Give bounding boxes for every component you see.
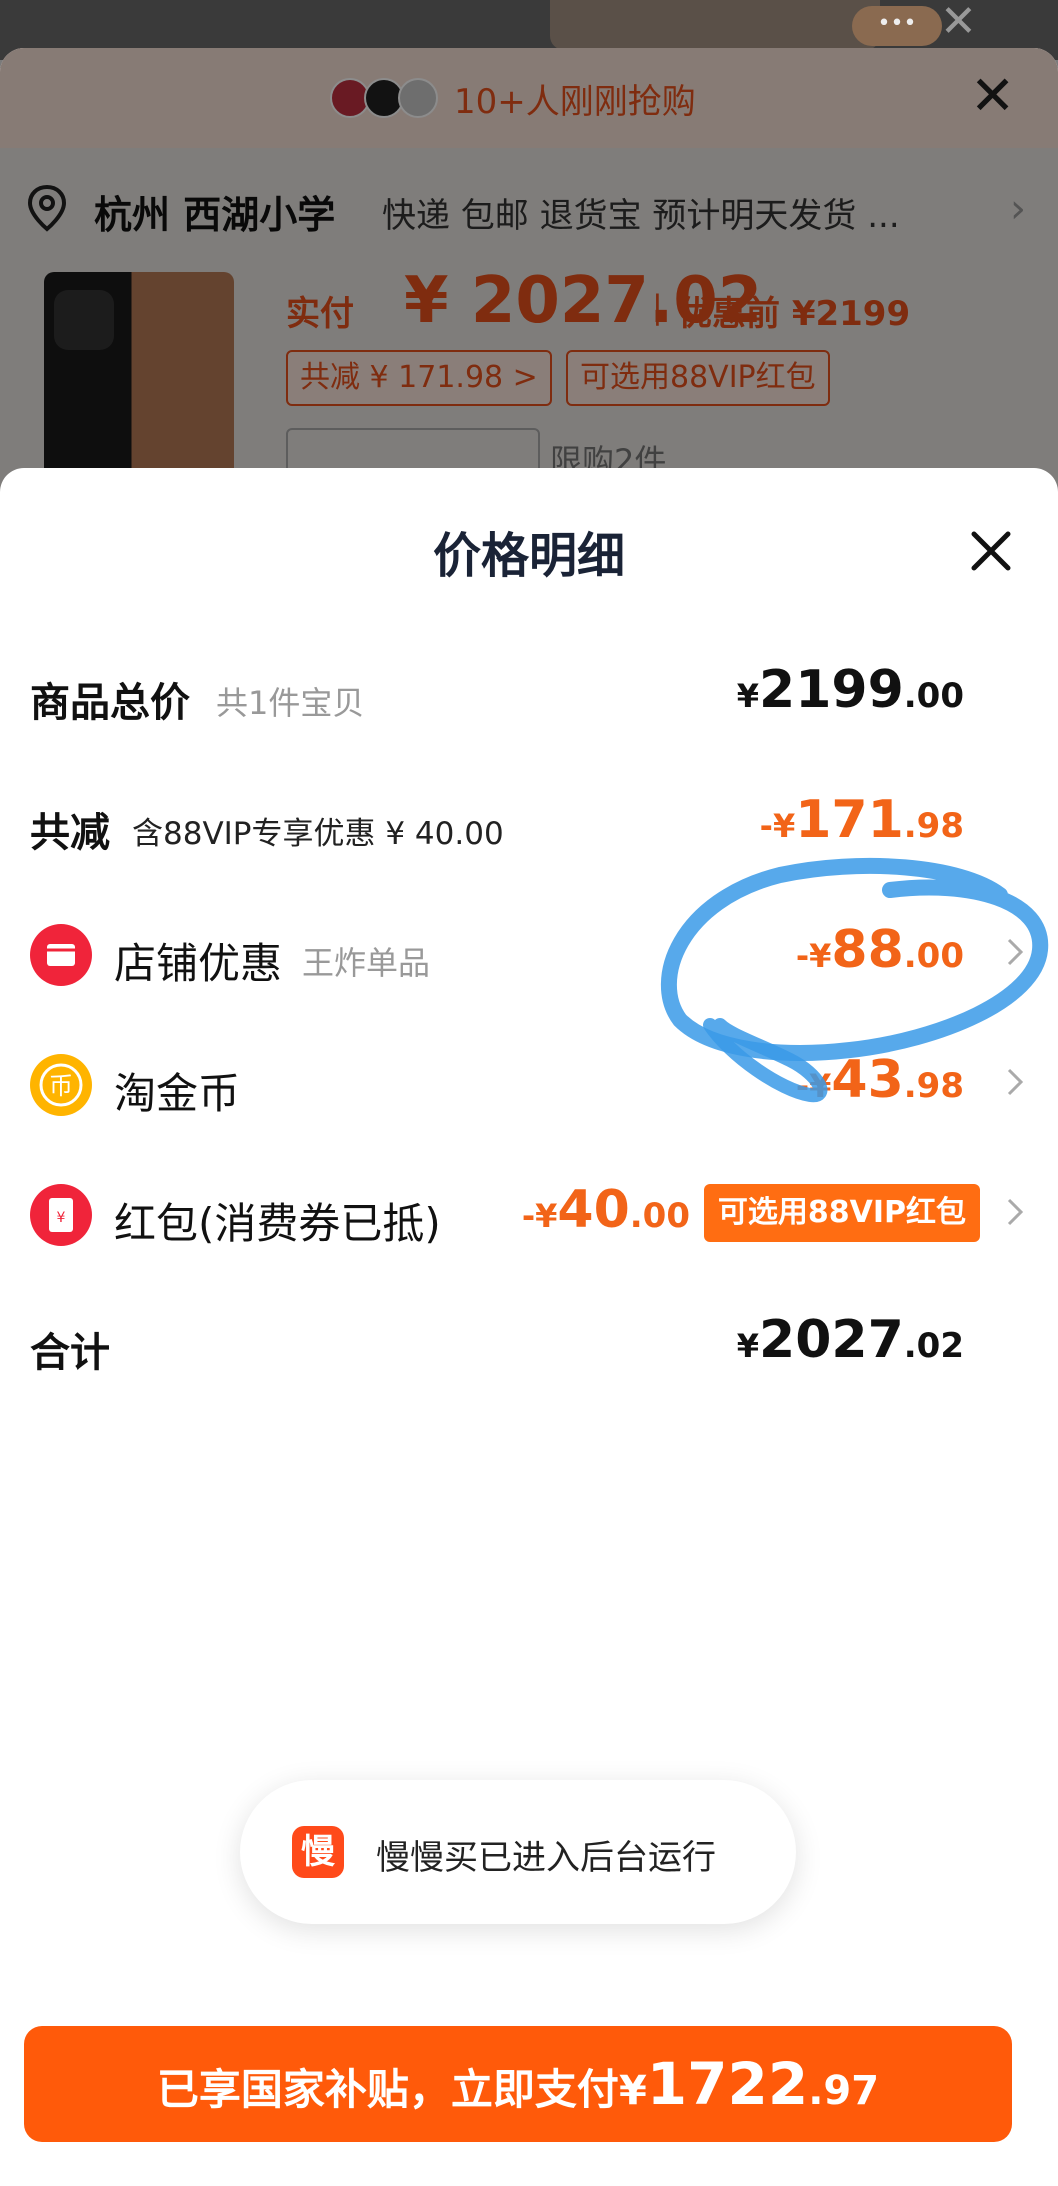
toast-text: 慢慢买已进入后台运行 (376, 1838, 716, 1878)
app-logo-icon: 慢 (292, 1826, 344, 1878)
goods-total-amount: ¥2199.00 (736, 660, 964, 720)
grand-total-amount: ¥2027.02 (736, 1310, 964, 1370)
buyer-avatars (330, 78, 440, 118)
total-discount-amount: -¥171.98 (759, 790, 964, 850)
chevron-right-icon (1007, 938, 1024, 966)
goods-count: 共1件宝贝 (216, 684, 365, 722)
total-discount-label: 共减 (30, 810, 110, 856)
store-discount-row[interactable]: 店铺优惠 王炸单品 -¥88.00 (30, 920, 1030, 990)
chevron-right-icon: › (1010, 186, 1026, 232)
taojinbi-row[interactable]: 币 淘金币 -¥43.98 (30, 1050, 1030, 1120)
close-icon: ✕ (940, 0, 977, 47)
svg-text:¥: ¥ (57, 1210, 66, 1226)
coin-icon: 币 (30, 1054, 92, 1116)
chevron-right-icon (1007, 1068, 1024, 1096)
sheet-title: 价格明细 (432, 528, 625, 584)
goods-total-row: 商品总价 共1件宝贝 ¥2199.00 (30, 660, 1030, 730)
close-icon[interactable] (964, 524, 1018, 578)
price-label: 实付 (286, 294, 354, 334)
svg-text:币: 币 (49, 1072, 73, 1100)
purchase-banner-text: 10+人刚刚抢购 (454, 82, 696, 122)
hongbao-label: 红包(消费券已抵) (114, 1199, 441, 1248)
vip-hongbao-tag[interactable]: 可选用88VIP红包 (703, 1184, 980, 1242)
address-row[interactable]: 杭州 西湖小学 快递 包邮 退货宝 预计明天发货 ... › (26, 178, 1026, 238)
close-icon[interactable]: ✕ (970, 66, 1015, 126)
discount-pill[interactable]: 共减 ¥ 171.98 > (286, 350, 552, 406)
taojinbi-label: 淘金币 (114, 1069, 241, 1118)
product-photo-strip (550, 0, 880, 50)
grand-total-label: 合计 (30, 1330, 110, 1376)
background-running-toast: 慢 慢慢买已进入后台运行 (240, 1780, 796, 1924)
price-before-discount: 优惠前 ¥2199 (678, 294, 911, 334)
grand-total-row: 合计 ¥2027.02 (30, 1310, 1030, 1380)
vip-pill[interactable]: 可选用88VIP红包 (566, 350, 830, 406)
location-pin-icon (27, 184, 67, 232)
goods-total-label: 商品总价 (30, 680, 190, 726)
address-city: 杭州 西湖小学 (94, 193, 336, 237)
taojinbi-amount: -¥43.98 (795, 1050, 964, 1110)
store-discount-sub: 王炸单品 (302, 944, 431, 982)
shipping-info: 快递 包邮 退货宝 预计明天发货 ... (382, 196, 900, 236)
total-discount-row: 共减 含88VIP专享优惠 ¥ 40.00 -¥171.98 (30, 790, 1030, 860)
hongbao-row[interactable]: ¥ 红包(消费券已抵) -¥40.00 可选用88VIP红包 (30, 1180, 1030, 1250)
red-envelope-icon: ¥ (30, 1184, 92, 1246)
price-separator: | (652, 288, 663, 326)
camera-module (54, 290, 114, 350)
store-icon (30, 924, 92, 986)
store-discount-amount: -¥88.00 (795, 920, 964, 980)
vip-discount-note: 含88VIP专享优惠 ¥ 40.00 (132, 816, 504, 852)
store-discount-label: 店铺优惠 (114, 939, 283, 988)
chevron-right-icon (1007, 1198, 1024, 1226)
pay-now-button[interactable]: 已享国家补贴，立即支付¥1722.97 (24, 2026, 1012, 2142)
hongbao-amount: -¥40.00 (521, 1180, 690, 1240)
more-icon: ••• (852, 6, 942, 46)
avatar (398, 78, 438, 118)
